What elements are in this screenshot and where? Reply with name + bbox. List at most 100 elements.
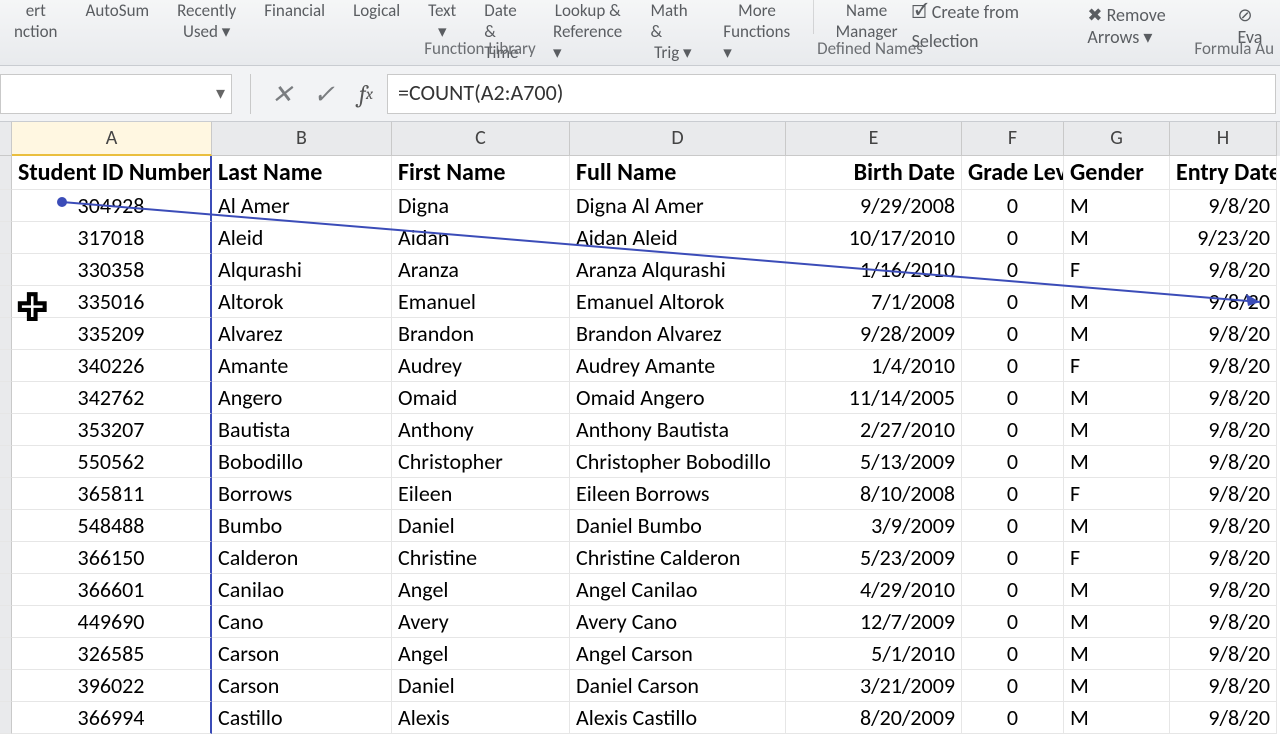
cell-A1[interactable]: Student ID Number <box>12 156 212 190</box>
cell[interactable]: Emanuel <box>392 286 570 318</box>
cell[interactable]: 11/14/2005 <box>786 382 962 414</box>
cell[interactable]: F <box>1064 350 1170 382</box>
cell[interactable]: 340226 <box>12 350 212 382</box>
cell[interactable]: Daniel <box>392 510 570 542</box>
cell[interactable]: 9/8/20 <box>1170 414 1277 446</box>
cell[interactable]: M <box>1064 190 1170 222</box>
formula-input[interactable]: =COUNT(A2:A700) <box>387 74 1276 114</box>
cell[interactable]: 9/8/20 <box>1170 190 1277 222</box>
cell[interactable]: 0 <box>962 254 1064 286</box>
cell[interactable]: Angel Carson <box>570 638 786 670</box>
cell[interactable]: 4/29/2010 <box>786 574 962 606</box>
cell[interactable]: 9/8/20 <box>1170 254 1277 286</box>
cell[interactable]: 396022 <box>12 670 212 702</box>
select-all-corner[interactable] <box>0 122 12 156</box>
cell[interactable]: F <box>1064 542 1170 574</box>
cell[interactable]: 0 <box>962 414 1064 446</box>
col-header-B[interactable]: B <box>212 122 392 156</box>
cell[interactable]: Bobodillo <box>212 446 392 478</box>
cell[interactable]: 3/9/2009 <box>786 510 962 542</box>
cell[interactable]: Audrey Amante <box>570 350 786 382</box>
cell[interactable]: Brandon Alvarez <box>570 318 786 350</box>
cell[interactable]: 9/8/20 <box>1170 574 1277 606</box>
cell[interactable]: 2/27/2010 <box>786 414 962 446</box>
cell[interactable]: Anthony Bautista <box>570 414 786 446</box>
cell[interactable]: Canilao <box>212 574 392 606</box>
cell[interactable]: Anthony <box>392 414 570 446</box>
cell[interactable]: Cano <box>212 606 392 638</box>
cell[interactable]: Omaid <box>392 382 570 414</box>
cell[interactable]: 9/8/20 <box>1170 510 1277 542</box>
cell[interactable]: 0 <box>962 318 1064 350</box>
cell[interactable]: Avery Cano <box>570 606 786 638</box>
cell[interactable]: 0 <box>962 606 1064 638</box>
cell[interactable]: Aranza <box>392 254 570 286</box>
cell[interactable]: Alexis Castillo <box>570 702 786 734</box>
cell[interactable]: 366601 <box>12 574 212 606</box>
insert-function-button[interactable]: fx <box>345 74 387 114</box>
cell[interactable]: M <box>1064 414 1170 446</box>
cell[interactable]: Daniel Bumbo <box>570 510 786 542</box>
cell[interactable]: 548488 <box>12 510 212 542</box>
cell[interactable]: Alqurashi <box>212 254 392 286</box>
cell[interactable]: 0 <box>962 382 1064 414</box>
cell[interactable]: 0 <box>962 446 1064 478</box>
cell[interactable]: Borrows <box>212 478 392 510</box>
cell[interactable]: Calderon <box>212 542 392 574</box>
cell[interactable]: Eileen <box>392 478 570 510</box>
cell[interactable]: Digna <box>392 190 570 222</box>
cell[interactable]: Christopher Bobodillo <box>570 446 786 478</box>
cell[interactable]: 0 <box>962 286 1064 318</box>
cell[interactable]: 9/8/20 <box>1170 478 1277 510</box>
cell[interactable]: 0 <box>962 350 1064 382</box>
cell[interactable]: 1/4/2010 <box>786 350 962 382</box>
cell[interactable]: 317018 <box>12 222 212 254</box>
cell[interactable]: 365811 <box>12 478 212 510</box>
col-header-F[interactable]: F <box>962 122 1064 156</box>
col-header-A[interactable]: A <box>12 122 212 156</box>
cell[interactable]: Altorok <box>212 286 392 318</box>
cell[interactable]: Alvarez <box>212 318 392 350</box>
col-header-G[interactable]: G <box>1064 122 1170 156</box>
cell[interactable]: Angel <box>392 638 570 670</box>
cell[interactable]: 1/16/2010 <box>786 254 962 286</box>
cell[interactable]: Angel <box>392 574 570 606</box>
cell[interactable]: Christine Calderon <box>570 542 786 574</box>
cell-H1[interactable]: Entry Date <box>1170 156 1277 190</box>
cell[interactable]: Daniel Carson <box>570 670 786 702</box>
cell-C1[interactable]: First Name <box>392 156 570 190</box>
cell[interactable]: Aidan Aleid <box>570 222 786 254</box>
enter-formula-button[interactable]: ✓ <box>303 74 345 114</box>
cell[interactable]: 353207 <box>12 414 212 446</box>
cell[interactable]: 0 <box>962 222 1064 254</box>
col-header-E[interactable]: E <box>786 122 962 156</box>
name-box-dropdown-icon[interactable]: ▾ <box>216 82 225 104</box>
cell[interactable]: Bumbo <box>212 510 392 542</box>
cell[interactable]: 9/8/20 <box>1170 446 1277 478</box>
cell[interactable]: Christine <box>392 542 570 574</box>
cell[interactable]: M <box>1064 446 1170 478</box>
cell[interactable]: 9/8/20 <box>1170 702 1277 734</box>
cell[interactable]: Christopher <box>392 446 570 478</box>
cell[interactable]: 9/28/2009 <box>786 318 962 350</box>
cell[interactable]: 9/8/20 <box>1170 542 1277 574</box>
cell[interactable]: Brandon <box>392 318 570 350</box>
cell[interactable]: 9/8/20 <box>1170 286 1277 318</box>
cell[interactable]: 5/23/2009 <box>786 542 962 574</box>
cell[interactable]: 0 <box>962 542 1064 574</box>
col-header-H[interactable]: H <box>1170 122 1277 156</box>
cell[interactable]: M <box>1064 638 1170 670</box>
ribbon-button[interactable]: Financial <box>250 0 339 21</box>
worksheet-grid[interactable]: A B C D E F G H Student ID Number Last N… <box>0 122 1280 734</box>
cell[interactable]: M <box>1064 286 1170 318</box>
cell[interactable]: M <box>1064 510 1170 542</box>
name-box[interactable]: ▾ <box>0 74 232 114</box>
cell[interactable]: Aranza Alqurashi <box>570 254 786 286</box>
cell[interactable]: 9/23/20 <box>1170 222 1277 254</box>
cell[interactable]: M <box>1064 574 1170 606</box>
cancel-formula-button[interactable]: ✕ <box>261 74 303 114</box>
cell[interactable]: F <box>1064 478 1170 510</box>
cell[interactable]: 342762 <box>12 382 212 414</box>
cell[interactable]: 304928 <box>12 190 212 222</box>
col-header-D[interactable]: D <box>570 122 786 156</box>
